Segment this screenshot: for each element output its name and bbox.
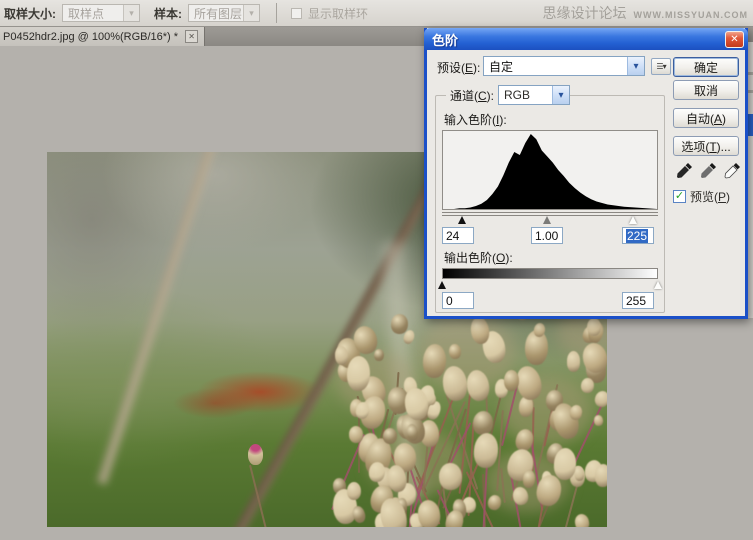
levels-dialog: 色阶 ✕ 预设(E): 自定 ▾ ☰▾ 确定 取消 自动(A) 选项(T)... — [424, 28, 748, 319]
photo-plant-detail — [587, 318, 601, 337]
photo-plant-detail — [381, 426, 397, 445]
histogram — [442, 130, 658, 210]
photo-plant-detail — [592, 389, 607, 409]
show-sampling-ring-label: 显示取样环 — [308, 6, 369, 21]
ok-button[interactable]: 确定 — [673, 57, 739, 77]
shadow-output-value: 0 — [446, 294, 453, 308]
highlight-output-slider[interactable] — [654, 281, 662, 289]
tool-options-bar: 取样大小: 取样点 ▾ 样本: 所有图层 ▾ 显示取样环 思缘设计论坛 WWW.… — [0, 0, 753, 27]
black-point-eyedropper-icon[interactable] — [676, 162, 693, 179]
shadow-input-slider[interactable] — [458, 216, 466, 224]
photo-plant-detail — [438, 462, 463, 491]
gamma-slider[interactable] — [543, 216, 551, 224]
highlight-output-value: 255 — [626, 294, 647, 308]
photo-plant-detail — [346, 355, 371, 392]
sample-label: 样本: — [154, 6, 182, 21]
channel-value: RGB — [504, 88, 531, 102]
photo-plant-detail — [594, 464, 607, 488]
preview-checkbox[interactable]: ✓ — [673, 190, 686, 203]
sample-size-value: 取样点 — [68, 6, 105, 21]
show-sampling-ring-checkbox[interactable] — [291, 7, 302, 19]
channel-label: 通道(C): — [446, 86, 499, 104]
photo-plant-detail — [566, 351, 581, 372]
output-slider-row — [438, 281, 662, 290]
photo-plant-detail — [573, 513, 591, 527]
options-separator — [276, 3, 277, 23]
highlight-input-value: 225 — [626, 229, 649, 243]
highlight-input-slider[interactable] — [629, 216, 637, 224]
watermark-site-name: 思缘设计论坛 — [542, 5, 627, 21]
preset-value: 自定 — [489, 59, 514, 74]
cancel-button[interactable]: 取消 — [673, 80, 739, 100]
gamma-input-field[interactable]: 1.00 — [531, 227, 563, 244]
preset-label: 预设(E): — [437, 61, 481, 75]
sample-dropdown[interactable]: 所有图层 ▾ — [188, 4, 260, 22]
preview-label: 预览(P) — [690, 190, 731, 204]
close-icon[interactable]: ✕ — [725, 30, 744, 48]
shadow-input-value: 24 — [446, 229, 460, 243]
white-point-eyedropper-icon[interactable] — [724, 162, 741, 179]
preview-row: ✓ 预览(P) — [673, 188, 730, 205]
document-tab-title: P0452hdr2.jpg @ 100%(RGB/16*) * — [3, 30, 179, 43]
histogram-area — [443, 134, 657, 209]
levels-groupbox: 通道(C): RGB ▾ 输入色阶(I): 24 1.00 225 输出色阶(O… — [435, 85, 665, 313]
chevron-down-icon: ▾ — [552, 86, 570, 104]
photo-plant-detail — [350, 504, 367, 525]
preset-dropdown[interactable]: 自定 ▾ — [483, 56, 645, 76]
output-levels-label: 输出色阶(O): — [444, 251, 513, 265]
sample-value: 所有图层 — [194, 6, 243, 21]
options-button[interactable]: 选项(T)... — [673, 136, 739, 156]
photo-plant-detail — [593, 414, 604, 426]
dialog-title: 色阶 — [432, 32, 459, 48]
site-watermark: 思缘设计论坛 WWW.MISSYUAN.COM — [543, 3, 749, 23]
watermark-site-url: WWW.MISSYUAN.COM — [633, 10, 748, 20]
auto-button[interactable]: 自动(A) — [673, 108, 739, 128]
gamma-input-value: 1.00 — [535, 229, 559, 243]
eyedropper-toolbar — [676, 162, 741, 179]
photo-plant-detail — [347, 482, 361, 501]
shadow-input-field[interactable]: 24 — [442, 227, 474, 244]
photo-plant-detail — [348, 425, 364, 443]
document-tab[interactable]: P0452hdr2.jpg @ 100%(RGB/16*) * ✕ — [0, 27, 206, 46]
sample-size-label: 取样大小: — [4, 6, 56, 21]
chevron-down-icon: ▾ — [123, 5, 139, 21]
output-gradient-bar — [442, 268, 658, 279]
photo-branch — [94, 152, 220, 486]
shadow-output-slider[interactable] — [438, 281, 446, 289]
input-levels-label: 输入色阶(I): — [444, 113, 507, 127]
photo-plant-detail — [390, 313, 409, 334]
photo-plant-detail — [504, 370, 519, 392]
highlight-output-field[interactable]: 255 — [622, 292, 654, 309]
highlight-input-field[interactable]: 225 — [622, 227, 654, 244]
chevron-down-icon: ▾ — [243, 5, 259, 21]
chevron-down-icon: ▾ — [627, 57, 644, 75]
channel-dropdown[interactable]: RGB ▾ — [498, 85, 571, 105]
photo-plant-detail — [248, 444, 263, 465]
channel-row: 通道(C): RGB ▾ — [446, 85, 571, 105]
tab-close-icon[interactable]: ✕ — [185, 30, 199, 43]
dialog-body: 预设(E): 自定 ▾ ☰▾ 确定 取消 自动(A) 选项(T)... ✓ 预览… — [427, 50, 745, 319]
photo-plant-detail — [373, 349, 384, 362]
preset-options-menu-icon[interactable]: ☰▾ — [651, 58, 671, 75]
sample-size-dropdown[interactable]: 取样点 ▾ — [62, 4, 140, 22]
dialog-titlebar[interactable]: 色阶 ✕ — [424, 28, 748, 50]
gray-point-eyedropper-icon[interactable] — [700, 162, 717, 179]
input-slider-row — [442, 216, 658, 225]
shadow-output-field[interactable]: 0 — [442, 292, 474, 309]
